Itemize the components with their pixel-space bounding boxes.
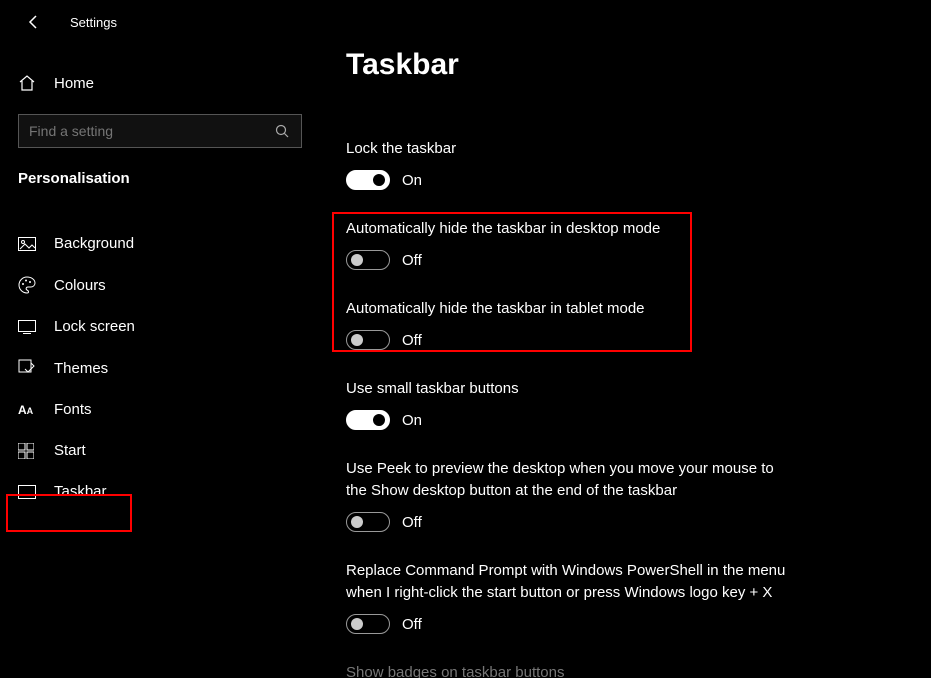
sidebar-item-themes[interactable]: Themes <box>0 347 320 389</box>
setting-label: Automatically hide the taskbar in tablet… <box>346 298 806 320</box>
setting-badges: Show badges on taskbar buttons Off <box>346 662 806 678</box>
setting-autohide-tablet: Automatically hide the taskbar in tablet… <box>346 298 806 350</box>
toggle-powershell[interactable] <box>346 614 390 634</box>
search-input[interactable] <box>29 123 275 139</box>
setting-label: Use Peek to preview the desktop when you… <box>346 458 786 502</box>
palette-icon <box>18 276 38 294</box>
setting-label: Use small taskbar buttons <box>346 378 806 400</box>
setting-label: Lock the taskbar <box>346 138 806 160</box>
back-button[interactable] <box>18 6 50 38</box>
setting-label: Show badges on taskbar buttons <box>346 662 806 678</box>
setting-lock-taskbar: Lock the taskbar On <box>346 138 806 190</box>
back-arrow-icon <box>26 14 42 30</box>
nav-home-label: Home <box>54 75 94 92</box>
home-icon <box>18 74 38 92</box>
toggle-autohide-tablet[interactable] <box>346 330 390 350</box>
toggle-state: Off <box>402 616 422 633</box>
start-icon <box>18 443 38 459</box>
app-title: Settings <box>70 15 117 30</box>
page-title: Taskbar <box>346 48 931 82</box>
picture-icon <box>18 237 38 251</box>
search-icon <box>275 124 291 138</box>
setting-label: Replace Command Prompt with Windows Powe… <box>346 560 806 604</box>
toggle-state: On <box>402 172 422 189</box>
toggle-state: Off <box>402 252 422 269</box>
setting-label: Automatically hide the taskbar in deskto… <box>346 218 806 240</box>
toggle-lock-taskbar[interactable] <box>346 170 390 190</box>
fonts-icon: AA <box>18 403 38 417</box>
sidebar-item-label: Fonts <box>54 401 92 418</box>
themes-icon <box>18 359 38 377</box>
sidebar-item-background[interactable]: Background <box>0 223 320 264</box>
taskbar-icon <box>18 485 38 499</box>
sidebar-item-taskbar[interactable]: Taskbar <box>0 471 320 512</box>
toggle-autohide-desktop[interactable] <box>346 250 390 270</box>
sidebar-item-label: Taskbar <box>54 483 107 500</box>
toggle-state: Off <box>402 332 422 349</box>
setting-peek: Use Peek to preview the desktop when you… <box>346 458 786 532</box>
sidebar-item-label: Colours <box>54 277 106 294</box>
sidebar-item-label: Lock screen <box>54 318 135 335</box>
category-title: Personalisation <box>0 166 320 199</box>
lock-screen-icon <box>18 320 38 334</box>
setting-small-buttons: Use small taskbar buttons On <box>346 378 806 430</box>
sidebar-item-label: Background <box>54 235 134 252</box>
sidebar-item-colours[interactable]: Colours <box>0 264 320 306</box>
sidebar-item-start[interactable]: Start <box>0 430 320 471</box>
sidebar-item-label: Themes <box>54 360 108 377</box>
toggle-state: Off <box>402 514 422 531</box>
sidebar-item-label: Start <box>54 442 86 459</box>
nav-home[interactable]: Home <box>0 62 320 104</box>
setting-powershell: Replace Command Prompt with Windows Powe… <box>346 560 806 634</box>
sidebar-item-lock-screen[interactable]: Lock screen <box>0 306 320 347</box>
toggle-state: On <box>402 412 422 429</box>
toggle-small-buttons[interactable] <box>346 410 390 430</box>
sidebar-item-fonts[interactable]: AA Fonts <box>0 389 320 430</box>
search-input-wrap[interactable] <box>18 114 302 148</box>
toggle-peek[interactable] <box>346 512 390 532</box>
setting-autohide-desktop: Automatically hide the taskbar in deskto… <box>346 218 806 270</box>
